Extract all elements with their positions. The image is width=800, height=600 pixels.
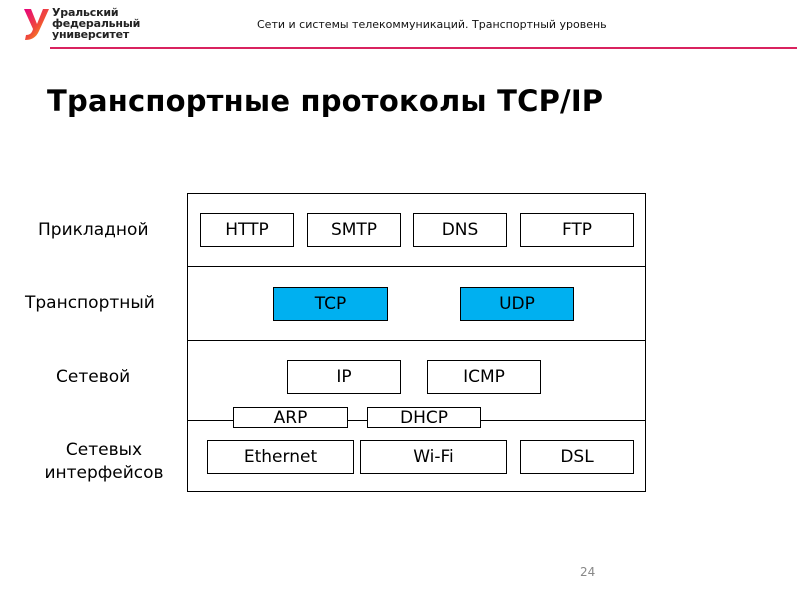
protocol-ethernet: Ethernet bbox=[207, 440, 354, 474]
logo-line: университет bbox=[52, 28, 130, 41]
layer-divider bbox=[187, 340, 646, 341]
protocol-wifi: Wi-Fi bbox=[360, 440, 507, 474]
layer-divider bbox=[187, 266, 646, 267]
header-caption: Сети и системы телекоммуникаций. Транспо… bbox=[257, 18, 607, 31]
layer-label-link: Сетевых интерфейсов bbox=[33, 439, 175, 485]
page-number: 24 bbox=[580, 565, 596, 579]
protocol-udp: UDP bbox=[460, 287, 574, 321]
protocol-ftp: FTP bbox=[520, 213, 634, 247]
layer-label-transport: Транспортный bbox=[25, 293, 155, 313]
protocol-arp: ARP bbox=[233, 407, 348, 428]
protocol-tcp: TCP bbox=[273, 287, 388, 321]
slide-title: Транспортные протоколы TCP/IP bbox=[47, 84, 604, 118]
protocol-http: HTTP bbox=[200, 213, 294, 247]
protocol-dns: DNS bbox=[413, 213, 507, 247]
protocol-icmp: ICMP bbox=[427, 360, 541, 394]
layer-label-network: Сетевой bbox=[56, 367, 131, 387]
protocol-dhcp: DHCP bbox=[367, 407, 481, 428]
logo-text: Уральский федеральный университет bbox=[52, 7, 140, 40]
layer-label-line: интерфейсов bbox=[44, 463, 164, 483]
layer-label-application: Прикладной bbox=[38, 220, 149, 240]
protocol-dsl: DSL bbox=[520, 440, 634, 474]
protocol-smtp: SMTP bbox=[307, 213, 401, 247]
header-divider bbox=[50, 47, 797, 49]
protocol-ip: IP bbox=[287, 360, 401, 394]
urfu-logo-icon bbox=[24, 9, 49, 40]
layer-label-line: Сетевых bbox=[65, 440, 143, 460]
